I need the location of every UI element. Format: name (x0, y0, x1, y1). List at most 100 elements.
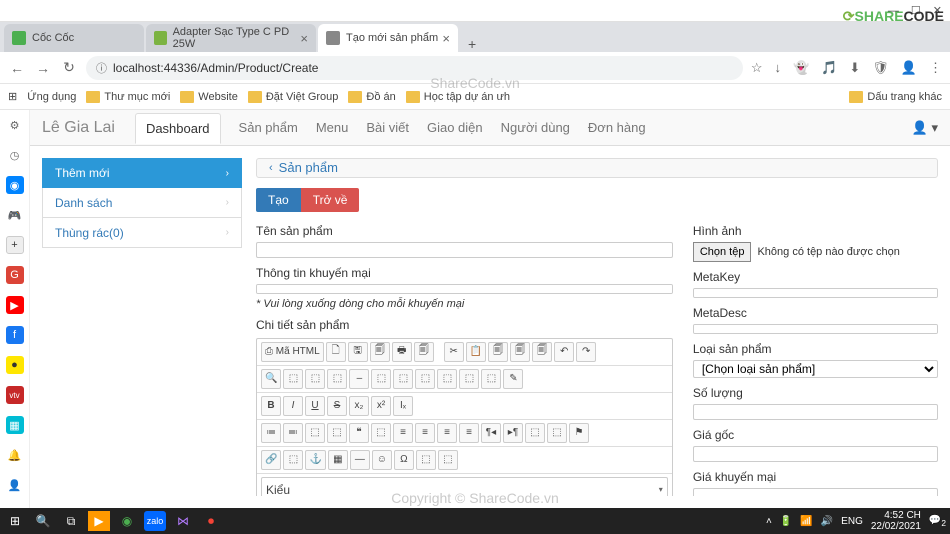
editor-paste3-icon[interactable]: 🗐 (532, 342, 552, 362)
editor-spellcheck-icon[interactable]: ✎ (503, 369, 523, 389)
task-search-icon[interactable]: 🔍 (32, 511, 54, 531)
bookmark-item[interactable]: Ứng dụng (27, 91, 76, 103)
editor-find-icon[interactable]: 🔍 (261, 369, 281, 389)
browser-tab-active[interactable]: Tạo mới sản phẩm × (318, 24, 458, 52)
editor-unlink-icon[interactable]: ⬚ (283, 450, 303, 470)
editor-smiley-icon[interactable]: ☺ (372, 450, 392, 470)
editor-align-justify-icon[interactable]: ≡ (459, 423, 479, 443)
tray-notifications-icon[interactable]: 💬2 (929, 515, 946, 528)
rail-user-icon[interactable]: 👤 (6, 476, 24, 494)
editor-flag-icon[interactable]: ⚑ (569, 423, 589, 443)
new-tab-button[interactable]: + (460, 36, 484, 52)
editor-align-right-icon[interactable]: ≡ (437, 423, 457, 443)
editor-hr-icon[interactable]: — (350, 450, 370, 470)
rail-grid-icon[interactable]: ▦ (6, 416, 24, 434)
editor-bold-icon[interactable]: B (261, 396, 281, 416)
editor-new-icon[interactable]: 🗋 (326, 342, 346, 362)
nav-forward-icon[interactable]: → (34, 60, 52, 76)
editor-rtl-icon[interactable]: ▸¶ (503, 423, 523, 443)
rail-bell-icon[interactable]: 🔔 (6, 446, 24, 464)
rail-plus-icon[interactable]: + (6, 236, 24, 254)
editor-undo-icon[interactable]: ↶ (554, 342, 574, 362)
browser-tab[interactable]: Adapter Sạc Type C PD 25W × (146, 24, 316, 52)
tab-close-icon[interactable]: × (300, 31, 308, 46)
editor-strike-icon[interactable]: S (327, 396, 347, 416)
bookmark-item[interactable]: Website (180, 91, 238, 103)
start-button[interactable]: ⊞ (4, 511, 26, 531)
browser-tab[interactable]: Cốc Cốc (4, 24, 144, 52)
apps-icon[interactable]: ⊞ (8, 90, 17, 103)
sidebar-item-themoi[interactable]: Thêm mới › (42, 158, 242, 188)
tray-chevron-icon[interactable]: ˄ (766, 516, 772, 527)
editor-btn[interactable]: ⬚ (547, 423, 567, 443)
input-qty[interactable] (693, 404, 938, 420)
editor-preview-icon[interactable]: 🗐 (414, 342, 434, 362)
input-price[interactable] (693, 446, 938, 462)
editor-ltr-icon[interactable]: ¶◂ (481, 423, 501, 443)
clock[interactable]: 4:52 CH 22/02/2021 (871, 510, 921, 532)
editor-pagebreak-icon[interactable]: ⬚ (416, 450, 436, 470)
taskbar-app-icon[interactable]: ▶ (88, 511, 110, 531)
taskbar-coccoc-icon[interactable]: ◉ (116, 511, 138, 531)
rail-youtube-icon[interactable]: ▶ (6, 296, 24, 314)
ext-download-icon[interactable]: ↓ (775, 60, 782, 76)
tray-volume-icon[interactable]: 🔊 (821, 516, 833, 527)
editor-superscript-icon[interactable]: x² (371, 396, 391, 416)
editor-paste-icon[interactable]: 🗐 (488, 342, 508, 362)
editor-lang-icon[interactable]: ⬚ (525, 423, 545, 443)
input-name[interactable] (256, 242, 673, 258)
taskbar-vs-icon[interactable]: ⋈ (172, 511, 194, 531)
editor-numlist-icon[interactable]: ≕ (283, 423, 303, 443)
bookmark-item[interactable]: Thư mục mới (86, 91, 170, 103)
editor-indent-icon[interactable]: ⬚ (327, 423, 347, 443)
tab-close-icon[interactable]: × (442, 31, 450, 46)
ext-idm-icon[interactable]: ⬇ (849, 60, 860, 76)
editor-source-button[interactable]: ⎙ ⎙ Mã HTMLMã HTML (261, 342, 324, 362)
editor-list-icon[interactable]: ≔ (261, 423, 281, 443)
editor-redo-icon[interactable]: ↷ (576, 342, 596, 362)
editor-align-center-icon[interactable]: ≡ (415, 423, 435, 443)
user-menu-icon[interactable]: 👤 ▾ (912, 120, 938, 136)
sidebar-item-danhsach[interactable]: Danh sách › (42, 188, 242, 218)
nav-giaodien[interactable]: Giao diện (427, 120, 483, 135)
editor-removeformat-icon[interactable]: Iₓ (393, 396, 413, 416)
rail-history-icon[interactable]: ◷ (6, 146, 24, 164)
tray-wifi-icon[interactable]: 📶 (800, 516, 812, 527)
sidebar-item-thungrac[interactable]: Thùng rác(0) › (42, 218, 242, 248)
bookmark-item[interactable]: Đặt Việt Group (248, 91, 339, 103)
editor-btn[interactable]: ⬚ (459, 369, 479, 389)
editor-btn[interactable]: ⬚ (371, 369, 391, 389)
select-category[interactable]: [Chọn loại sản phẩm] (693, 360, 938, 378)
textarea-promo[interactable] (256, 284, 673, 294)
rail-facebook-icon[interactable]: f (6, 326, 24, 344)
breadcrumb[interactable]: ‹ Sản phẩm (256, 158, 938, 178)
editor-subscript-icon[interactable]: x₂ (349, 396, 369, 416)
nav-donhang[interactable]: Đơn hàng (588, 120, 646, 135)
editor-paste2-icon[interactable]: 🗐 (510, 342, 530, 362)
editor-btn[interactable]: – (349, 369, 369, 389)
nav-nguoidung[interactable]: Người dùng (501, 120, 570, 135)
taskview-icon[interactable]: ⧉ (60, 511, 82, 531)
editor-copy-icon[interactable]: 🗐 (370, 342, 390, 362)
ext-av-icon[interactable]: 🛡 (872, 60, 889, 76)
rail-messenger-icon[interactable]: ◉ (6, 176, 24, 194)
url-input[interactable]: ⓘ localhost:44336/Admin/Product/Create (86, 56, 743, 80)
rail-dot-icon[interactable]: ● (6, 356, 24, 374)
editor-specialchar-icon[interactable]: Ω (394, 450, 414, 470)
bookmark-overflow[interactable]: Dấu trang khác (849, 91, 942, 103)
rail-google-icon[interactable]: G (6, 266, 24, 284)
bookmark-star-icon[interactable]: ☆ (751, 60, 763, 76)
bookmark-item[interactable]: Đồ án (348, 91, 395, 103)
taskbar-zalo-icon[interactable]: zalo (144, 511, 166, 531)
rail-vtv-icon[interactable]: vtv (6, 386, 24, 404)
tray-lang-icon[interactable]: ENG (841, 516, 863, 527)
editor-italic-icon[interactable]: I (283, 396, 303, 416)
editor-btn[interactable]: ⬚ (481, 369, 501, 389)
nav-sanpham[interactable]: Sản phẩm (239, 120, 298, 135)
editor-image-icon[interactable]: ▦ (328, 450, 348, 470)
editor-div-icon[interactable]: ⬚ (371, 423, 391, 443)
bookmark-item[interactable]: Học tập dự án ưh (406, 91, 510, 103)
nav-back-icon[interactable]: ← (8, 60, 26, 76)
editor-link-icon[interactable]: 🔗 (261, 450, 281, 470)
editor-btn[interactable]: ⬚ (305, 369, 325, 389)
